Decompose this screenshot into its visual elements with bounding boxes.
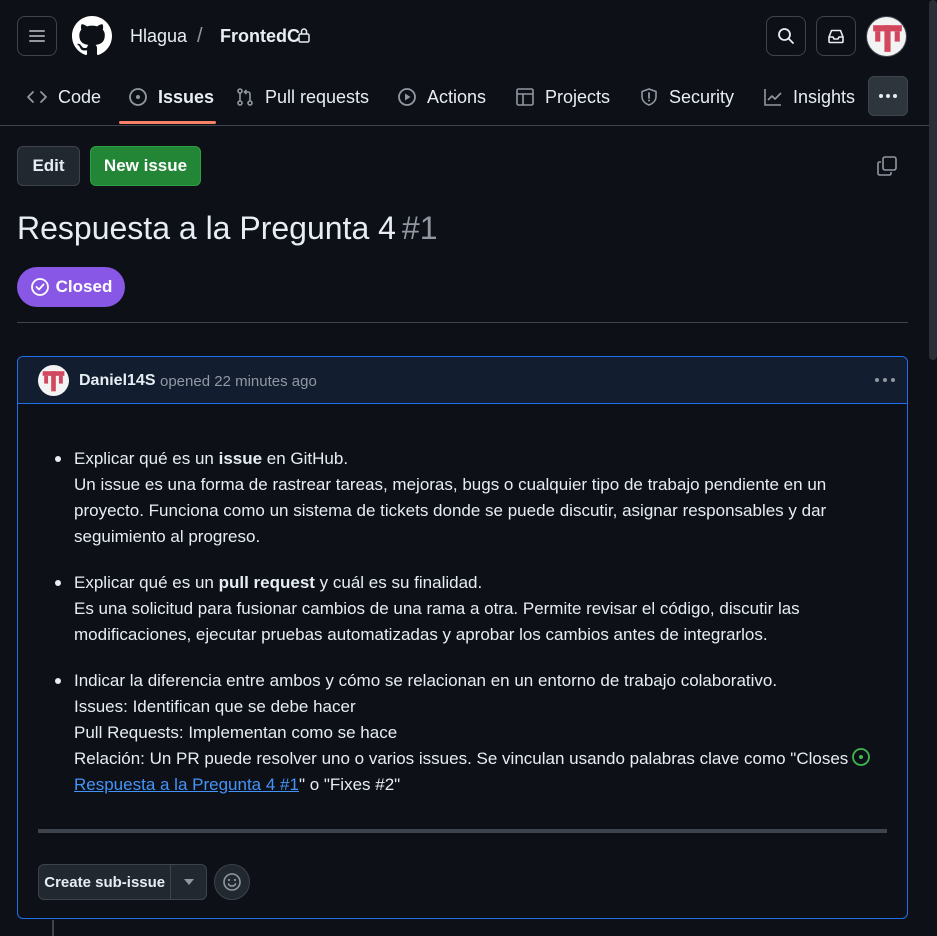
item-lead-bold: pull request (218, 573, 315, 592)
issue-title-text: Respuesta a la Pregunta 4 (17, 210, 396, 246)
list-item: Indicar la diferencia entre ambos y cómo… (55, 668, 877, 798)
issue-opened-icon (852, 748, 871, 766)
repo-owner-link[interactable]: Hlagua (130, 26, 187, 47)
page-title: Respuesta a la Pregunta 4 #1 (17, 210, 438, 247)
top-bar: Hlagua / FrontedC (0, 0, 937, 72)
comment-timestamp: opened 22 minutes ago (160, 373, 317, 390)
hamburger-icon (29, 30, 45, 42)
divider (17, 322, 908, 323)
inbox-icon (828, 29, 844, 44)
lock-icon (298, 28, 310, 43)
shield-icon (641, 88, 657, 106)
issue-closed-icon (30, 278, 49, 296)
comment-body: Explicar qué es un issue en GitHub. Un i… (18, 404, 907, 818)
repo-name-link[interactable]: FrontedC (220, 26, 300, 47)
tab-code[interactable]: Code (26, 72, 101, 122)
tab-issues[interactable]: Issues (128, 72, 214, 122)
edit-button[interactable]: Edit (17, 146, 80, 186)
comment-author-link[interactable]: Daniel14S (79, 372, 155, 390)
scrollbar[interactable] (929, 0, 937, 360)
item-body-text: Es una solicitud para fusionar cambios d… (74, 599, 800, 644)
tab-pull-requests-label: Pull requests (265, 86, 370, 107)
relation-text: Relación: Un PR puede resolver uno o var… (74, 749, 849, 768)
table-icon (516, 88, 534, 106)
item-lead-tail: y cuál es su finalidad. (314, 573, 483, 592)
tab-security-label: Security (669, 86, 735, 107)
repo-nav: Code Issues Pull requests Actions Projec (0, 72, 937, 126)
comment-list: Explicar qué es un issue en GitHub. Un i… (55, 446, 877, 798)
issue-reference-link[interactable]: Respuesta a la Pregunta 4 #1 (74, 775, 299, 794)
list-item: Explicar qué es un pull request y cuál e… (55, 570, 877, 648)
issues-line: Issues: Identifican que se debe hacer (74, 697, 356, 716)
create-sub-issue-button[interactable]: Create sub-issue (38, 864, 207, 900)
relation-tail-text: " o "Fixes #2" (298, 775, 401, 794)
tab-insights[interactable]: Insights (763, 72, 855, 122)
separator-rule (38, 829, 887, 833)
search-button[interactable] (766, 16, 806, 56)
user-avatar[interactable] (866, 16, 907, 57)
issue-comment: Daniel14S opened 22 minutes ago Explicar… (17, 356, 908, 919)
sub-issue-dropdown-toggle[interactable] (171, 879, 206, 885)
copy-icon[interactable] (876, 155, 898, 177)
create-sub-issue-label: Create sub-issue (44, 873, 166, 891)
item-lead-text: Explicar qué es un (74, 449, 219, 468)
comment-header: Daniel14S opened 22 minutes ago (18, 357, 907, 404)
smiley-icon (223, 873, 241, 891)
tab-projects-label: Projects (545, 86, 611, 107)
github-logo-icon[interactable] (72, 16, 112, 56)
tab-pull-requests[interactable]: Pull requests (235, 72, 369, 122)
path-separator: / (197, 25, 203, 47)
inbox-button[interactable] (816, 16, 856, 56)
timeline-connector (52, 920, 54, 936)
status-badge-label: Closed (55, 277, 113, 296)
list-item: Explicar qué es un issue en GitHub. Un i… (55, 446, 877, 550)
git-pull-request-icon (237, 88, 253, 106)
tab-actions[interactable]: Actions (397, 72, 486, 122)
item-lead-text: Explicar qué es un (74, 573, 219, 592)
code-icon (27, 91, 47, 103)
tab-security[interactable]: Security (639, 72, 734, 122)
item-body-text: Un issue es una forma de rastrear tareas… (74, 475, 827, 546)
item-lead-tail: en GitHub. (262, 449, 349, 468)
item-lead-text: Indicar la diferencia entre ambos y cómo… (74, 671, 778, 690)
tab-issues-label: Issues (158, 86, 215, 107)
triangle-down-icon (183, 879, 194, 885)
add-reaction-button[interactable] (214, 864, 250, 900)
issue-opened-icon (129, 88, 147, 106)
kebab-horizontal-icon (879, 94, 897, 98)
more-tabs-button[interactable] (868, 76, 908, 116)
new-issue-button[interactable]: New issue (90, 146, 201, 186)
active-tab-indicator (119, 121, 216, 124)
menu-button[interactable] (17, 16, 57, 56)
tab-insights-label: Insights (793, 86, 856, 107)
pull-requests-line: Pull Requests: Implementan como se hace (74, 723, 398, 742)
avatar[interactable] (38, 365, 69, 396)
graph-icon (764, 89, 782, 106)
search-icon (778, 28, 794, 44)
play-icon (398, 88, 416, 106)
tab-projects[interactable]: Projects (515, 72, 610, 122)
issue-number: #1 (401, 210, 438, 246)
status-badge: Closed (17, 267, 125, 307)
tab-code-label: Code (58, 86, 102, 107)
comment-options-icon[interactable] (874, 371, 896, 389)
tab-actions-label: Actions (427, 86, 487, 107)
item-lead-bold: issue (218, 449, 263, 468)
